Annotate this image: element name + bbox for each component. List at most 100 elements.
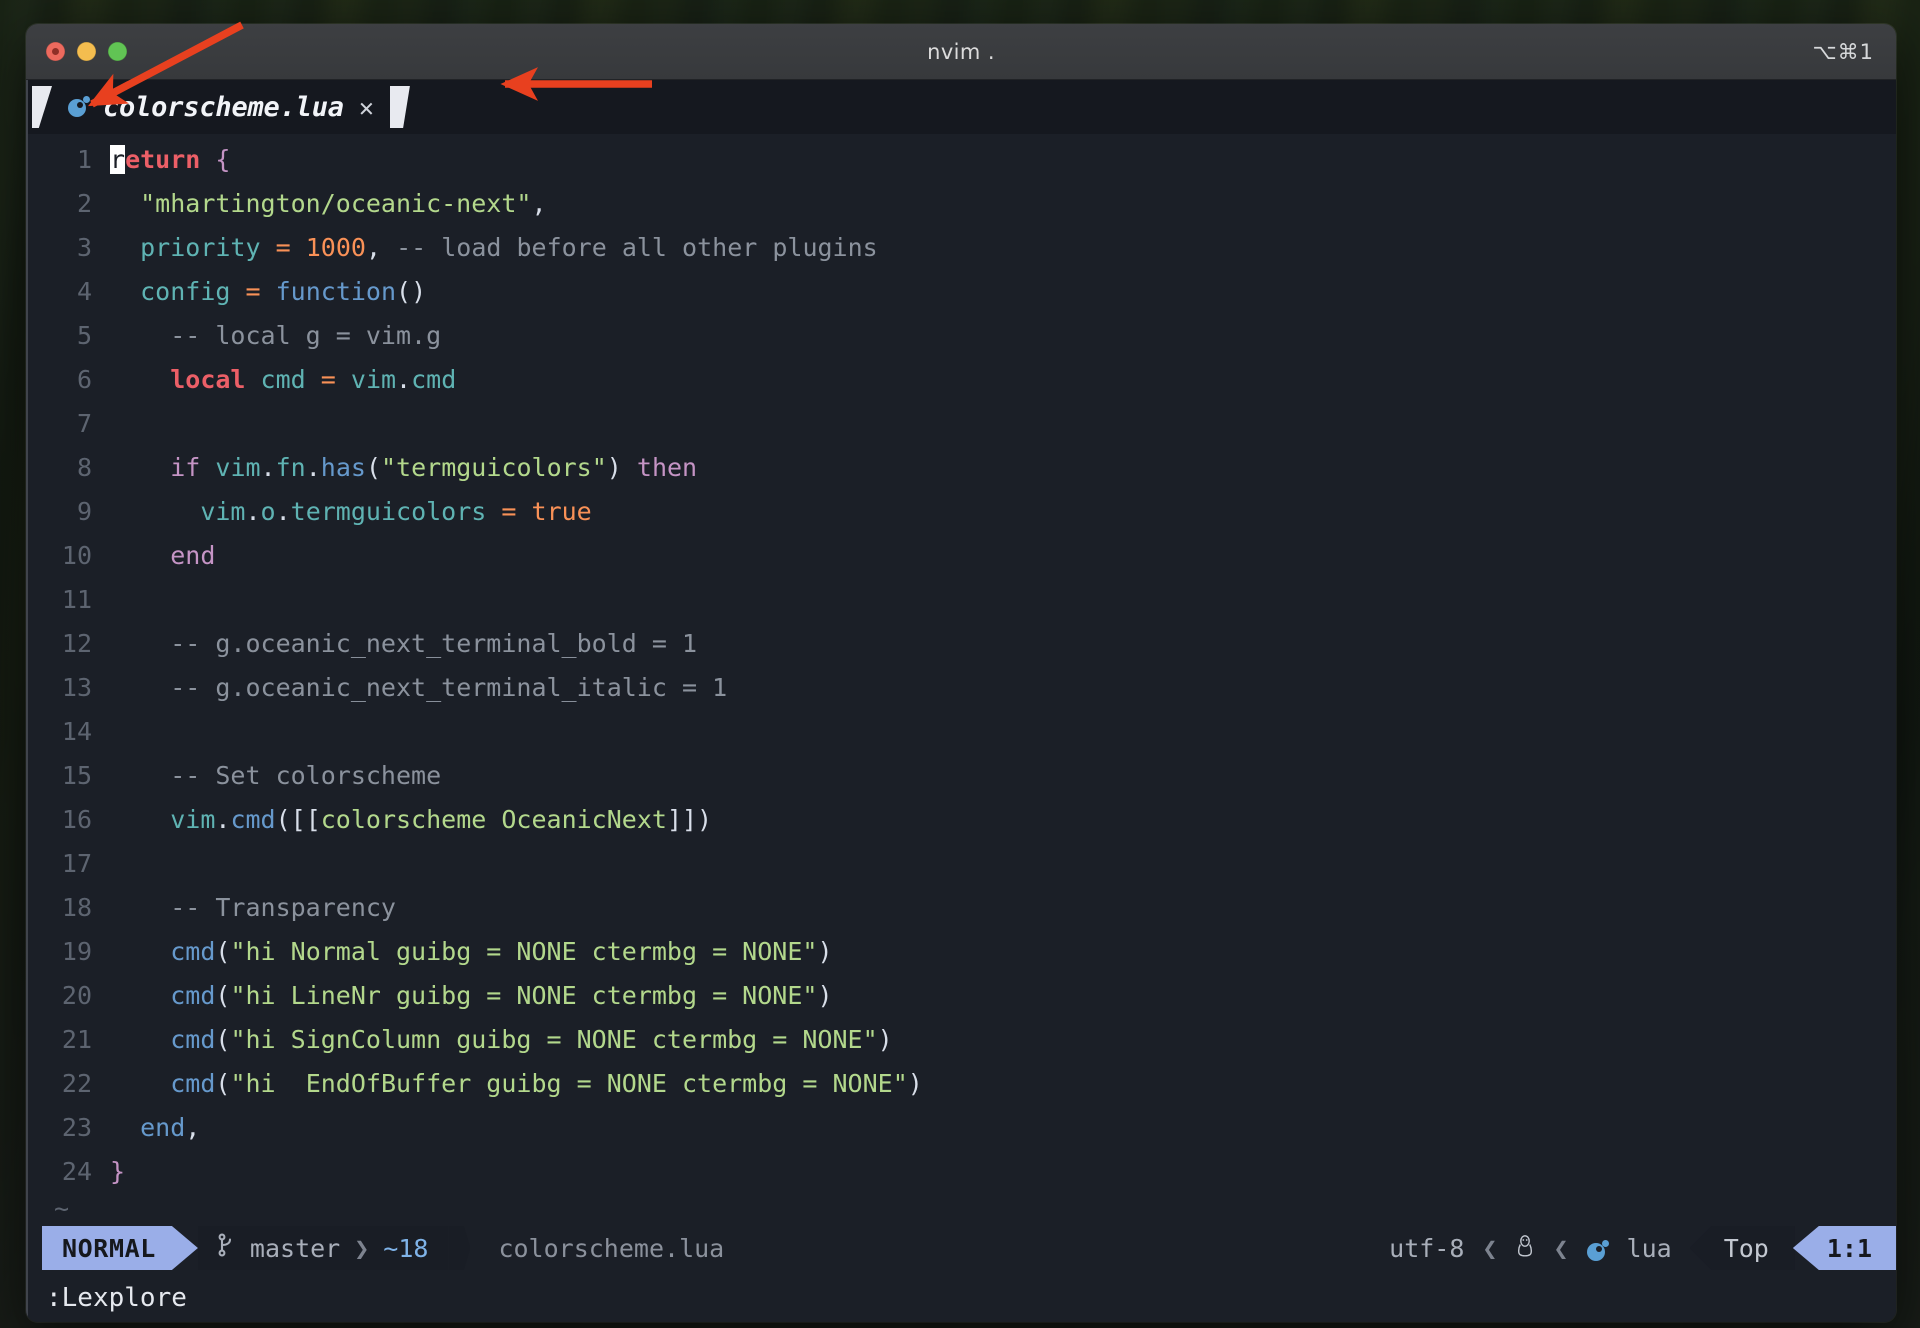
line-number: 21 [61, 1025, 92, 1054]
code-buffer[interactable]: 1 return {2 "mhartington/oceanic-next", 3 … [26, 134, 1896, 1194]
traffic-light-group [46, 42, 127, 61]
status-branch-name: master [249, 1233, 341, 1263]
line-text: -- Set colorscheme [170, 761, 442, 790]
status-file-name: colorscheme.lua [498, 1233, 725, 1263]
line-text: local cmd = vim.cmd [170, 365, 457, 394]
code-line: 12 -- g.oceanic_next_terminal_bold = 1 [26, 622, 1896, 666]
code-line: 18 -- Transparency [26, 886, 1896, 930]
line-number: 6 [76, 365, 92, 394]
code-line: 7 [26, 402, 1896, 446]
code-line: 20 cmd("hi LineNr guibg = NONE ctermbg =… [26, 974, 1896, 1018]
status-git-group: master ❯ ~18 [197, 1226, 449, 1270]
status-cursor-position: 1:1 [1792, 1226, 1896, 1270]
line-text: cmd("hi SignColumn guibg = NONE ctermbg … [170, 1025, 893, 1054]
code-line: 3 priority = 1000, -- load before all ot… [26, 226, 1896, 270]
linux-penguin-icon [1515, 1232, 1535, 1264]
line-number: 5 [76, 321, 92, 350]
window-shortcut-badge: ⌥⌘1 [1812, 39, 1874, 64]
git-segment-tail-shape [448, 1226, 471, 1270]
close-window-button[interactable] [46, 42, 65, 61]
code-line: 2 "mhartington/oceanic-next", [26, 182, 1896, 226]
line-text: vim.o.termguicolors = true [200, 497, 592, 526]
code-line: 16 vim.cmd([[colorscheme OceanicNext]]) [26, 798, 1896, 842]
line-number: 9 [76, 497, 92, 526]
code-line: 10 end [26, 534, 1896, 578]
line-text: vim.cmd([[colorscheme OceanicNext]]) [170, 805, 713, 834]
line-number: 22 [61, 1069, 92, 1098]
code-line: 22 cmd("hi EndOfBuffer guibg = NONE cter… [26, 1062, 1896, 1106]
line-text: -- Transparency [170, 893, 396, 922]
command-line[interactable]: :Lexplore [28, 1274, 1896, 1322]
code-line: 1 return { [26, 138, 1896, 182]
line-text: priority = 1000, -- load before all othe… [140, 233, 878, 262]
line-number: 14 [61, 717, 92, 746]
status-chevron-left-icon-2: ❮ [1553, 1233, 1569, 1263]
tab-label: colorscheme.lua [103, 91, 344, 123]
statusline-right: utf-8 ❮ ❮ lua Top 1:1 [1389, 1226, 1896, 1270]
tab-colorscheme-lua[interactable]: colorscheme.lua ✕ [52, 84, 390, 130]
line-number: 18 [61, 893, 92, 922]
code-line: 14 [26, 710, 1896, 754]
tabline: colorscheme.lua ✕ [26, 80, 1896, 134]
tab-left-separator [32, 86, 52, 128]
status-chevron-right-icon: ❯ [354, 1233, 370, 1263]
line-number: 12 [61, 629, 92, 658]
code-line: 21 cmd("hi SignColumn guibg = NONE cterm… [26, 1018, 1896, 1062]
line-number: 23 [61, 1113, 92, 1142]
line-number: 3 [76, 233, 92, 262]
status-mode: NORMAL [42, 1226, 172, 1270]
maximize-window-button[interactable] [108, 42, 127, 61]
code-line: 8 if vim.fn.has("termguicolors") then [26, 446, 1896, 490]
statusline-left: NORMAL master ❯ ~18 colorscheme.lua [28, 1226, 724, 1270]
code-line: 19 cmd("hi Normal guibg = NONE ctermbg =… [26, 930, 1896, 974]
line-text: -- g.oceanic_next_terminal_italic = 1 [170, 673, 728, 702]
mode-arrow-shape [171, 1226, 198, 1270]
code-line: 4 config = function() [26, 270, 1896, 314]
window-titlebar[interactable]: nvim . ⌥⌘1 [26, 24, 1896, 80]
line-number: 13 [61, 673, 92, 702]
status-scroll-position: Top [1689, 1226, 1795, 1270]
code-line: 24} [26, 1150, 1896, 1194]
line-number: 16 [61, 805, 92, 834]
line-text: if vim.fn.has("termguicolors") then [170, 453, 698, 482]
code-line: 9 vim.o.termguicolors = true [26, 490, 1896, 534]
git-branch-icon [216, 1232, 236, 1264]
status-lua-icon [1586, 1240, 1609, 1262]
statusline: NORMAL master ❯ ~18 colorscheme.lua utf-… [28, 1222, 1896, 1274]
line-number: 7 [76, 409, 92, 438]
line-number: 19 [61, 937, 92, 966]
code-line: 23 end, [26, 1106, 1896, 1150]
line-text: cmd("hi Normal guibg = NONE ctermbg = NO… [170, 937, 833, 966]
line-number: 2 [76, 189, 92, 218]
line-number: 8 [76, 453, 92, 482]
line-text: cmd("hi LineNr guibg = NONE ctermbg = NO… [170, 981, 833, 1010]
minimize-window-button[interactable] [77, 42, 96, 61]
line-text: -- local g = vim.g [170, 321, 442, 350]
line-number: 1 [76, 145, 92, 174]
line-number: 10 [61, 541, 92, 570]
code-line: 6 local cmd = vim.cmd [26, 358, 1896, 402]
line-text: cmd("hi EndOfBuffer guibg = NONE ctermbg… [170, 1069, 923, 1098]
line-number: 24 [61, 1157, 92, 1186]
line-number: 17 [61, 849, 92, 878]
status-encoding: utf-8 [1389, 1233, 1465, 1263]
line-text: end [170, 541, 216, 570]
lua-icon [68, 96, 90, 118]
line-text: -- g.oceanic_next_terminal_bold = 1 [170, 629, 698, 658]
line-text: "mhartington/oceanic-next", [140, 189, 547, 218]
line-number: 4 [76, 277, 92, 306]
code-line: 15 -- Set colorscheme [26, 754, 1896, 798]
line-text: end, [140, 1113, 201, 1142]
tab-close-icon[interactable]: ✕ [357, 95, 376, 120]
line-number: 11 [61, 585, 92, 614]
text-cursor: r [110, 145, 126, 174]
code-line: 17 [26, 842, 1896, 886]
tab-right-separator [389, 86, 410, 128]
code-line: 5 -- local g = vim.g [26, 314, 1896, 358]
line-text: } [110, 1157, 126, 1186]
line-number: 20 [61, 981, 92, 1010]
status-filetype: lua [1626, 1233, 1672, 1263]
line-text: return { [110, 145, 231, 174]
status-diff-modified: ~18 [383, 1233, 429, 1263]
line-text: config = function() [140, 277, 427, 306]
